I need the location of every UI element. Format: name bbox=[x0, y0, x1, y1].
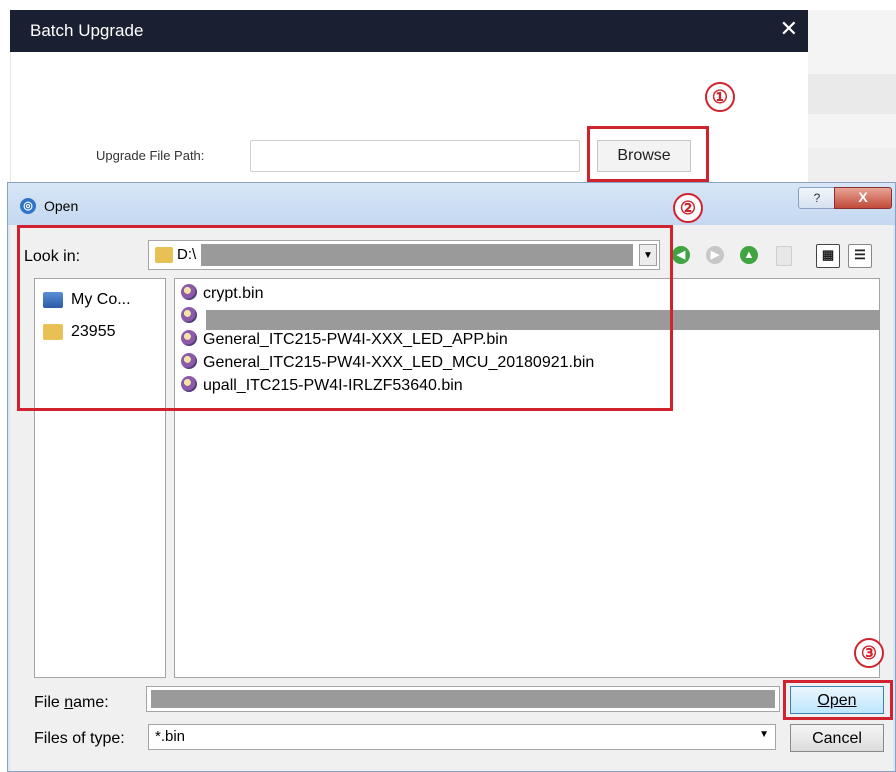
files-of-type-value: *.bin bbox=[155, 728, 186, 745]
files-of-type-label: Files of type: bbox=[34, 730, 125, 747]
new-folder-icon[interactable] bbox=[776, 246, 792, 266]
highlight-box-step1 bbox=[587, 126, 709, 182]
step-marker-2: ② bbox=[673, 193, 703, 223]
file-name-input[interactable] bbox=[146, 686, 780, 712]
file-name-label: File name: bbox=[34, 694, 109, 711]
batch-upgrade-titlebar: Batch Upgrade ✕ bbox=[10, 10, 808, 52]
batch-upgrade-close-button[interactable]: ✕ bbox=[780, 18, 798, 40]
app-logo-icon: ◎ bbox=[20, 198, 36, 214]
up-folder-icon[interactable]: ▲ bbox=[740, 246, 758, 264]
step-marker-3: ③ bbox=[854, 638, 884, 668]
batch-upgrade-title: Batch Upgrade bbox=[30, 21, 144, 40]
help-button[interactable]: ? bbox=[798, 187, 836, 209]
background-row bbox=[808, 74, 896, 114]
background-window-strip bbox=[808, 10, 896, 188]
cancel-button[interactable]: Cancel bbox=[790, 724, 884, 752]
upgrade-file-path-label: Upgrade File Path: bbox=[96, 148, 205, 163]
details-view-icon[interactable]: ☰ bbox=[848, 244, 872, 268]
forward-icon[interactable]: ▶ bbox=[706, 246, 724, 264]
open-dialog-titlebar: ◎ Open ? X bbox=[8, 183, 895, 225]
chevron-down-icon: ▼ bbox=[759, 729, 769, 740]
open-dialog-title: Open bbox=[44, 198, 79, 214]
upgrade-file-path-input[interactable] bbox=[250, 140, 580, 172]
step-marker-1: ① bbox=[705, 82, 735, 112]
redacted-file-name-value bbox=[151, 690, 775, 708]
files-of-type-dropdown[interactable]: *.bin ▼ bbox=[148, 724, 776, 750]
highlight-box-step2 bbox=[17, 225, 673, 411]
back-icon[interactable]: ◀ bbox=[672, 246, 690, 264]
highlight-box-step3 bbox=[783, 680, 893, 720]
dialog-close-button[interactable]: X bbox=[834, 187, 892, 209]
list-view-icon[interactable]: ▦ bbox=[816, 244, 840, 268]
